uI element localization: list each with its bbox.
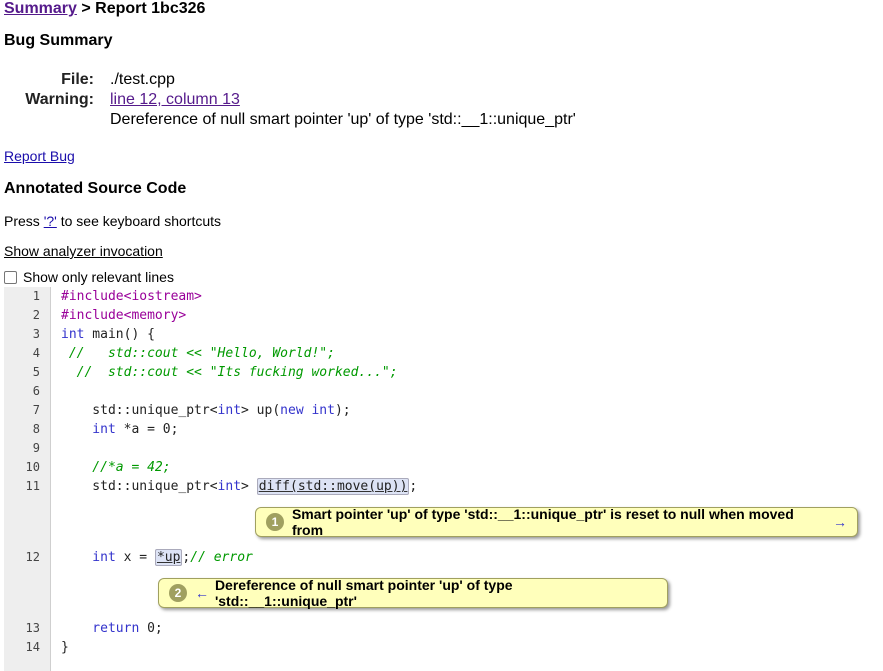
code-text: } bbox=[61, 640, 69, 655]
line-number: 4 bbox=[32, 346, 40, 360]
code-line: //*a = 42; bbox=[61, 460, 171, 475]
breadcrumb: Summary > Report 1bc326 bbox=[4, 0, 205, 18]
keyword: int bbox=[61, 327, 85, 342]
code-text: main() { bbox=[84, 327, 155, 342]
keyword: new int bbox=[280, 403, 335, 418]
code-text: > bbox=[241, 479, 257, 494]
preprocessor-directive: #include<memory> bbox=[61, 308, 187, 323]
line-number: 8 bbox=[32, 422, 40, 436]
line-number: 3 bbox=[32, 327, 40, 341]
breadcrumb-report: Report 1bc326 bbox=[95, 0, 206, 17]
summary-link[interactable]: Summary bbox=[4, 0, 77, 17]
next-step-arrow-icon[interactable]: → bbox=[833, 514, 847, 530]
code-text: 0; bbox=[139, 621, 163, 636]
keyword: return bbox=[61, 621, 140, 636]
code-text: > up( bbox=[241, 403, 281, 418]
comment: //*a = 42; bbox=[61, 460, 171, 475]
file-label: File: bbox=[61, 71, 94, 88]
keyword: int bbox=[217, 403, 242, 418]
previous-step-arrow-icon[interactable]: ← bbox=[195, 585, 209, 601]
breadcrumb-separator: > bbox=[76, 0, 96, 17]
comment: // std::cout << bbox=[61, 365, 210, 380]
keyword: int bbox=[61, 422, 116, 437]
report-bug-link[interactable]: Report Bug bbox=[4, 148, 75, 164]
code-line: return 0; bbox=[61, 621, 163, 636]
keyword: int bbox=[61, 550, 116, 565]
code-text: x = bbox=[115, 550, 155, 565]
code-line: // std::cout << "Its fucking worked..."; bbox=[61, 365, 398, 380]
highlighted-expression[interactable]: diff(std::move(up)) bbox=[256, 478, 410, 495]
code-text: std::unique_ptr< bbox=[61, 479, 218, 494]
comment: // error bbox=[190, 550, 253, 565]
line-number: 7 bbox=[32, 403, 40, 417]
keyboard-hint-pre: Press bbox=[4, 213, 44, 229]
keyboard-hint: Press '?' to see keyboard shortcuts bbox=[4, 213, 221, 229]
keyboard-shortcuts-link[interactable]: '?' bbox=[44, 213, 57, 229]
source-code-view: 1 2 3 4 5 6 7 8 9 10 11 12 13 14 #includ… bbox=[4, 287, 883, 671]
line-number: 13 bbox=[25, 621, 40, 635]
bug-summary-table: File: ./test.cpp Warning: line 12, colum… bbox=[24, 70, 576, 130]
show-analyzer-invocation-link[interactable]: Show analyzer invocation bbox=[4, 243, 163, 259]
line-number: 2 bbox=[32, 308, 40, 322]
highlighted-expression[interactable]: *up bbox=[154, 549, 183, 566]
line-number: 10 bbox=[25, 460, 40, 474]
file-value: ./test.cpp bbox=[110, 71, 175, 88]
code-line: #include<iostream> bbox=[61, 289, 202, 304]
code-text: ); bbox=[334, 403, 351, 418]
code-line: int x = *up ;// error bbox=[61, 549, 253, 566]
comment-string: "Hello, World!"; bbox=[209, 346, 335, 361]
line-number: 12 bbox=[25, 550, 40, 564]
comment: // std::cout << bbox=[61, 346, 210, 361]
line-number: 14 bbox=[25, 640, 40, 654]
line-number: 5 bbox=[32, 365, 40, 379]
line-number: 11 bbox=[25, 479, 40, 493]
keyboard-hint-post: to see keyboard shortcuts bbox=[56, 213, 222, 229]
warning-location-link[interactable]: line 12, column 13 bbox=[110, 91, 240, 108]
code-line: // std::cout << "Hello, World!"; bbox=[61, 346, 335, 361]
preprocessor-directive: #include<iostream> bbox=[61, 289, 202, 304]
code-line: std::unique_ptr<int> diff(std::move(up))… bbox=[61, 478, 418, 495]
line-number: 9 bbox=[32, 441, 40, 455]
warning-text: Dereference of null smart pointer 'up' o… bbox=[110, 111, 576, 128]
relevant-lines-toggle[interactable]: Show only relevant lines bbox=[4, 269, 174, 285]
code-line: #include<memory> bbox=[61, 308, 186, 323]
line-number: 6 bbox=[32, 384, 40, 398]
bug-summary-heading: Bug Summary bbox=[4, 32, 113, 49]
note-number-badge: 1 bbox=[266, 513, 284, 531]
comment-string: "Its fucking worked..."; bbox=[209, 365, 398, 380]
keyword: int bbox=[217, 479, 242, 494]
path-note-1[interactable]: 1 Smart pointer 'up' of type 'std::__1::… bbox=[255, 506, 858, 538]
code-line: } bbox=[61, 640, 69, 655]
path-note-2[interactable]: 2 ← Dereference of null smart pointer 'u… bbox=[158, 577, 668, 609]
relevant-lines-checkbox[interactable] bbox=[4, 270, 17, 284]
code-text: ; bbox=[409, 479, 418, 494]
annotated-source-heading: Annotated Source Code bbox=[4, 180, 187, 197]
code-line: std::unique_ptr<int> up(new int); bbox=[61, 403, 351, 418]
code-text: *a = 0; bbox=[115, 422, 179, 437]
note-number-badge: 2 bbox=[169, 584, 187, 602]
code-line: int main() { bbox=[61, 327, 155, 342]
relevant-lines-label: Show only relevant lines bbox=[23, 269, 174, 285]
note-text: Dereference of null smart pointer 'up' o… bbox=[214, 577, 513, 609]
note-text: Smart pointer 'up' of type 'std::__1::un… bbox=[291, 506, 794, 538]
code-text: std::unique_ptr< bbox=[61, 403, 218, 418]
warning-label: Warning: bbox=[25, 91, 94, 108]
code-line: int *a = 0; bbox=[61, 422, 178, 437]
line-number: 1 bbox=[32, 289, 40, 303]
